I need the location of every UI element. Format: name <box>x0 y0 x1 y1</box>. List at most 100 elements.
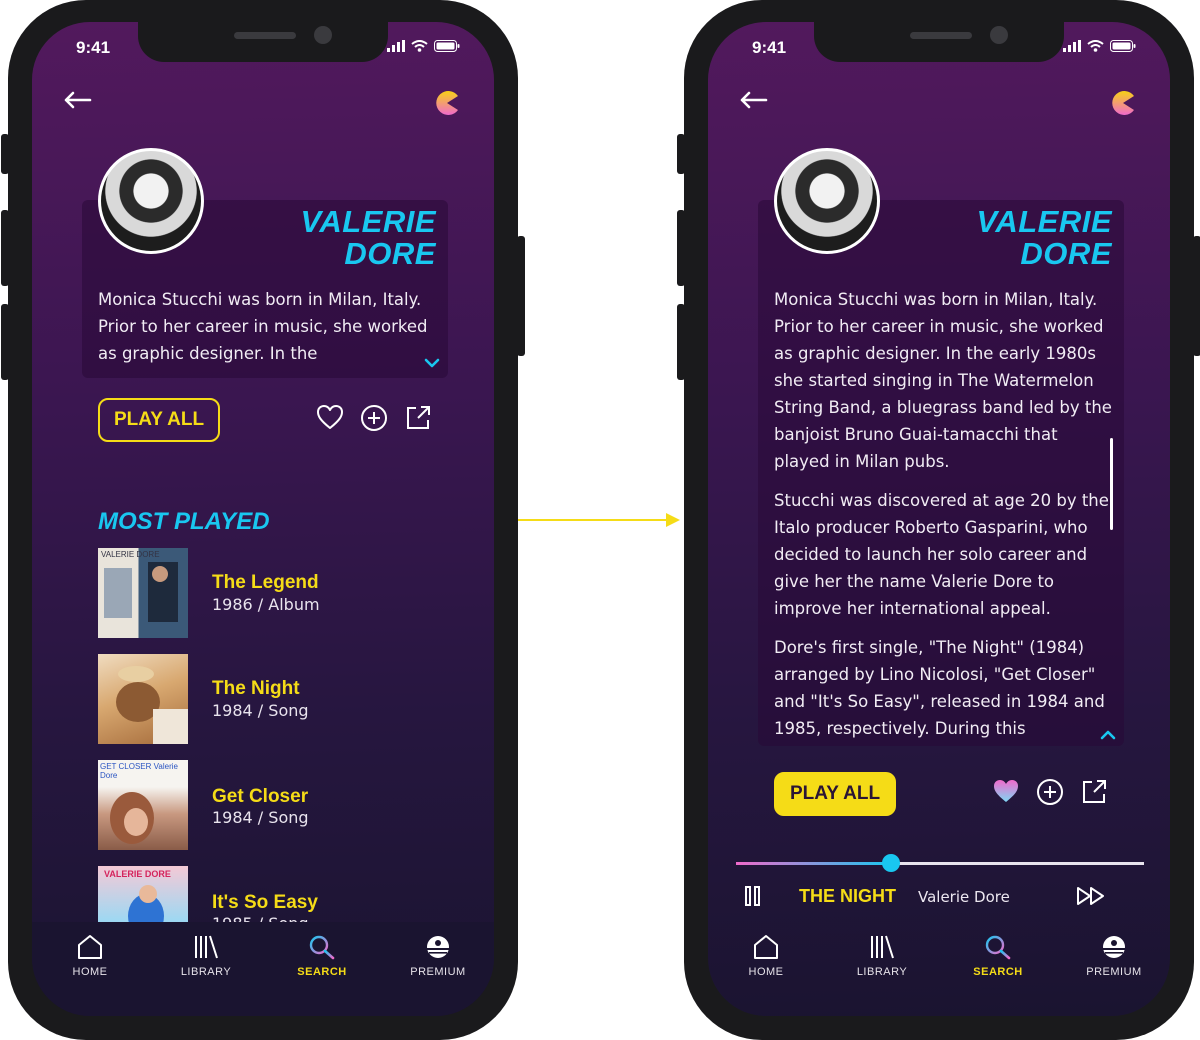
heart-filled-icon[interactable] <box>992 778 1020 804</box>
camera <box>314 26 332 44</box>
artist-name: VALERIE DORE <box>300 206 436 270</box>
back-arrow-icon[interactable] <box>738 90 768 110</box>
tab-bar: HOME LIBRARY SEARCH PREMIUM <box>708 922 1170 1016</box>
power-button <box>1193 236 1200 356</box>
status-time: 9:41 <box>76 38 111 57</box>
album-sub-the-legend: 1986 / Album <box>212 595 320 614</box>
premium-icon <box>1103 936 1125 958</box>
share-icon[interactable] <box>1080 778 1108 806</box>
tab-premium[interactable]: PREMIUM <box>1064 934 1164 978</box>
add-circle-icon[interactable] <box>1036 778 1064 806</box>
tab-label: HOME <box>72 966 108 978</box>
tab-label: SEARCH <box>297 966 347 978</box>
artist-name: VALERIE DORE <box>976 206 1112 270</box>
notch <box>138 22 388 62</box>
tab-home[interactable]: HOME <box>40 934 140 978</box>
artist-screen-expanded: 9:41 VALERIE DORE Monica Stucchi was bor… <box>708 22 1170 1016</box>
notch <box>814 22 1064 62</box>
share-icon[interactable] <box>404 404 432 432</box>
speaker <box>234 32 296 39</box>
search-icon <box>309 935 335 960</box>
signal-icon <box>387 40 405 52</box>
album-art-image <box>116 666 188 744</box>
transition-arrow-head <box>666 513 680 527</box>
artist-name-line1: VALERIE <box>300 204 436 239</box>
status-icons <box>1063 40 1136 52</box>
bio-preview: Monica Stucchi was born in Milan, Italy.… <box>98 290 428 363</box>
album-title-the-legend[interactable]: The Legend <box>212 572 319 594</box>
phone-right: 9:41 VALERIE DORE Monica Stucchi was bor… <box>677 0 1200 1040</box>
phone-left: 9:41 VALERIE DORE Monica Stucchi was bor… <box>1 0 525 1040</box>
play-all-button[interactable]: PLAY ALL <box>98 398 220 442</box>
library-icon <box>871 935 894 959</box>
bio-paragraph: Stucchi was discovered at age 20 by the … <box>774 491 1109 618</box>
chevron-up-icon[interactable] <box>1100 730 1116 740</box>
tab-label: LIBRARY <box>856 966 908 978</box>
album-art-the-legend[interactable]: VALERIE DORE <box>98 548 188 638</box>
album-art-label: VALERIE DORE <box>104 869 171 879</box>
tab-search[interactable]: SEARCH <box>272 934 372 978</box>
album-art-get-closer[interactable]: GET CLOSER Valerie Dore <box>98 760 188 850</box>
wifi-icon <box>411 40 428 52</box>
app-logo-icon <box>436 91 458 115</box>
home-icon <box>754 935 778 959</box>
mute-switch <box>677 134 685 174</box>
signal-icon <box>1063 40 1081 52</box>
album-sub-get-closer: 1984 / Song <box>212 808 309 827</box>
playback-progress-fill <box>736 862 892 865</box>
battery-icon <box>1110 40 1136 52</box>
add-circle-icon[interactable] <box>360 404 388 432</box>
wifi-icon <box>1087 40 1104 52</box>
tab-bar: HOME LIBRARY SEARCH PREMIUM <box>32 922 494 1016</box>
heart-icon[interactable] <box>316 404 344 430</box>
tab-library[interactable]: LIBRARY <box>156 934 256 978</box>
bio-paragraph: Monica Stucchi was born in Milan, Italy.… <box>774 290 1112 471</box>
mute-switch <box>1 134 9 174</box>
tab-label: SEARCH <box>973 966 1023 978</box>
artist-name-line2: DORE <box>344 236 436 271</box>
chevron-down-icon[interactable] <box>424 358 440 368</box>
pause-icon[interactable] <box>744 886 762 906</box>
artist-name-line2: DORE <box>1020 236 1112 271</box>
tab-label: PREMIUM <box>410 966 466 978</box>
home-icon <box>78 935 102 959</box>
search-icon <box>985 935 1011 960</box>
album-title-its-so-easy[interactable]: It's So Easy <box>212 892 318 914</box>
album-art-the-night[interactable] <box>98 654 188 744</box>
bio-scrollbar[interactable] <box>1110 438 1113 530</box>
fast-forward-icon[interactable] <box>1076 886 1108 906</box>
artist-avatar <box>98 148 204 254</box>
artist-avatar <box>774 148 880 254</box>
tab-label: LIBRARY <box>180 966 232 978</box>
tab-label: HOME <box>748 966 784 978</box>
transition-arrow-line <box>518 519 668 521</box>
most-played-title: MOST PLAYED <box>98 508 270 535</box>
app-logo-icon <box>1112 91 1134 115</box>
volume-down-button <box>677 304 685 380</box>
play-all-button[interactable]: PLAY ALL <box>774 772 896 816</box>
camera <box>990 26 1008 44</box>
volume-up-button <box>677 210 685 286</box>
tab-library[interactable]: LIBRARY <box>832 934 932 978</box>
tab-home[interactable]: HOME <box>716 934 816 978</box>
playback-progress-knob[interactable] <box>882 854 901 872</box>
album-art-image <box>104 562 178 622</box>
artist-screen-collapsed: 9:41 VALERIE DORE Monica Stucchi was bor… <box>32 22 494 1016</box>
tab-premium[interactable]: PREMIUM <box>388 934 488 978</box>
now-playing-artist: Valerie Dore <box>918 888 1010 906</box>
album-sub-the-night: 1984 / Song <box>212 701 309 720</box>
tab-search[interactable]: SEARCH <box>948 934 1048 978</box>
battery-icon <box>434 40 460 52</box>
now-playing-title: THE NIGHT <box>799 886 896 906</box>
premium-icon <box>427 936 449 958</box>
speaker <box>910 32 972 39</box>
artist-name-line1: VALERIE <box>976 204 1112 239</box>
album-title-get-closer[interactable]: Get Closer <box>212 786 308 808</box>
status-icons <box>387 40 460 52</box>
volume-up-button <box>1 210 9 286</box>
tab-label: PREMIUM <box>1086 966 1142 978</box>
playback-progress-bar[interactable] <box>736 854 1144 872</box>
bio-full-text: Monica Stucchi was born in Milan, Italy.… <box>774 286 1114 746</box>
back-arrow-icon[interactable] <box>62 90 92 110</box>
album-title-the-night[interactable]: The Night <box>212 678 300 700</box>
